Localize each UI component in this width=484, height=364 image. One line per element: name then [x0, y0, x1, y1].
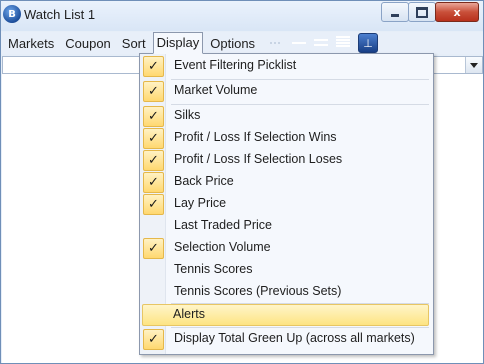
watch-list-window: B Watch List 1 x Markets Coupon Sort Dis…	[0, 0, 484, 364]
display-menu: ✓ Event Filtering Picklist ✓ Market Volu…	[139, 53, 434, 355]
menu-sort[interactable]: Sort	[118, 33, 150, 53]
menu-item-last-traded-price[interactable]: Last Traded Price	[142, 216, 429, 237]
window-controls: x	[381, 2, 479, 22]
toolbar-icons: ⊥	[270, 33, 379, 53]
dropdown-arrow-button[interactable]	[465, 57, 482, 73]
menu-item-label: Lay Price	[174, 196, 227, 210]
check-icon: ✓	[143, 106, 164, 127]
dotted-line-icon[interactable]	[270, 36, 284, 50]
menu-item-pl-if-wins[interactable]: ✓ Profit / Loss If Selection Wins	[142, 128, 429, 149]
minimize-button[interactable]	[381, 2, 409, 22]
menu-item-label: Profit / Loss If Selection Loses	[174, 152, 343, 166]
menu-separator	[171, 327, 429, 328]
check-icon: ✓	[143, 128, 164, 149]
menu-item-label: Profit / Loss If Selection Wins	[174, 130, 337, 144]
menu-item-pl-if-loses[interactable]: ✓ Profit / Loss If Selection Loses	[142, 150, 429, 171]
check-icon: ✓	[143, 238, 164, 259]
menu-display[interactable]: Display	[152, 32, 204, 54]
menu-item-label: Display Total Green Up (across all marke…	[174, 331, 415, 345]
menu-item-silks[interactable]: ✓ Silks	[142, 106, 429, 127]
menu-separator	[171, 104, 429, 105]
menu-item-label: Back Price	[174, 174, 234, 188]
menu-item-market-volume[interactable]: ✓ Market Volume	[142, 81, 429, 102]
close-button[interactable]: x	[435, 2, 479, 22]
single-line-icon[interactable]	[292, 36, 307, 50]
check-icon: ✓	[143, 329, 164, 350]
multi-line-icon[interactable]	[336, 36, 351, 50]
check-icon: ✓	[143, 194, 164, 215]
menu-bar: Markets Coupon Sort Display Options ⊥	[1, 32, 483, 54]
menu-item-label: Last Traded Price	[174, 218, 272, 232]
check-icon: ✓	[143, 172, 164, 193]
check-icon: ✓	[143, 81, 164, 102]
pin-icon[interactable]: ⊥	[358, 33, 379, 53]
menu-markets[interactable]: Markets	[4, 33, 58, 53]
menu-item-event-filtering-picklist[interactable]: ✓ Event Filtering Picklist	[142, 56, 429, 77]
maximize-icon	[416, 6, 428, 18]
menu-item-label: Tennis Scores (Previous Sets)	[174, 284, 342, 298]
menu-item-label: Market Volume	[174, 83, 258, 97]
minimize-icon	[391, 13, 399, 17]
menu-item-alerts[interactable]: Alerts	[142, 304, 429, 326]
menu-item-selection-volume[interactable]: ✓ Selection Volume	[142, 238, 429, 259]
menu-item-display-total-green-up[interactable]: ✓ Display Total Green Up (across all mar…	[142, 329, 429, 350]
app-logo-icon[interactable]: B	[3, 5, 21, 23]
menu-item-label: Selection Volume	[174, 240, 271, 254]
menu-item-back-price[interactable]: ✓ Back Price	[142, 172, 429, 193]
menu-item-label: Event Filtering Picklist	[174, 58, 297, 72]
menu-separator	[171, 79, 429, 80]
chevron-down-icon	[470, 62, 478, 68]
menu-options[interactable]: Options	[206, 33, 259, 53]
maximize-button[interactable]	[408, 2, 436, 22]
check-icon: ✓	[143, 56, 164, 77]
double-line-icon[interactable]	[314, 36, 329, 50]
window-title: Watch List 1	[24, 7, 96, 22]
menu-item-lay-price[interactable]: ✓ Lay Price	[142, 194, 429, 215]
menu-item-tennis-scores-previous[interactable]: Tennis Scores (Previous Sets)	[142, 282, 429, 303]
menu-item-label: Silks	[174, 108, 201, 122]
title-bar: B Watch List 1 x	[1, 1, 483, 31]
menu-item-label: Alerts	[173, 307, 205, 321]
check-icon: ✓	[143, 150, 164, 171]
menu-item-tennis-scores[interactable]: Tennis Scores	[142, 260, 429, 281]
menu-item-label: Tennis Scores	[174, 262, 253, 276]
menu-coupon[interactable]: Coupon	[61, 33, 115, 53]
